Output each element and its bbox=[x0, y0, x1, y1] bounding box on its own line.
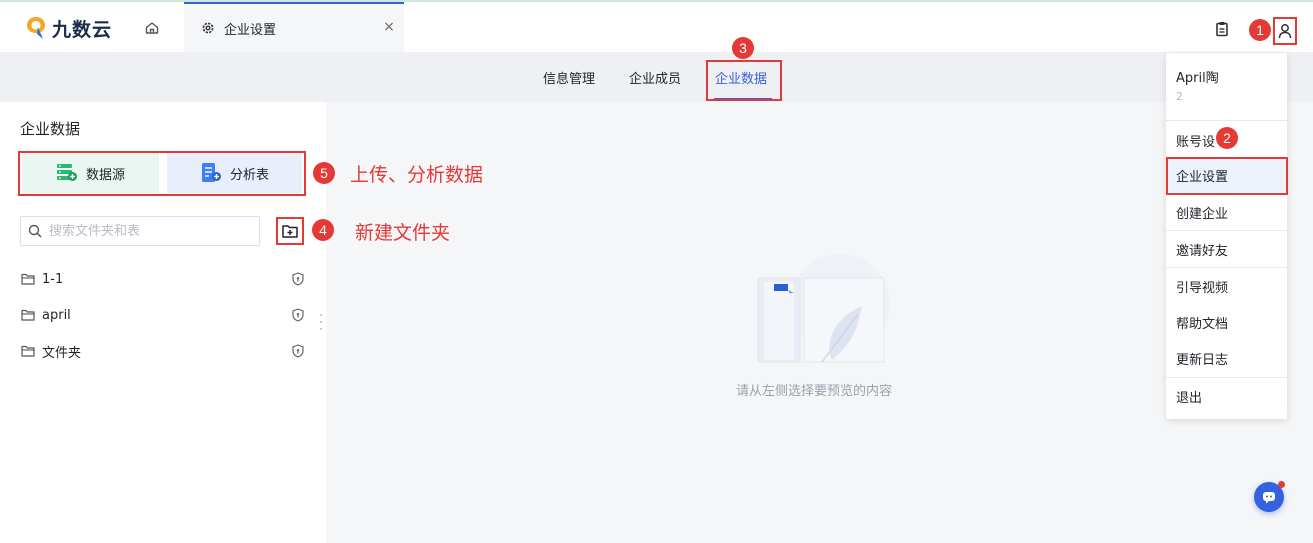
annotation-badge-2: 2 bbox=[1216, 127, 1238, 149]
clipboard-icon bbox=[1216, 22, 1228, 37]
gear-icon bbox=[200, 20, 216, 36]
search-input[interactable] bbox=[49, 223, 249, 239]
annotation-text-new-folder: 新建文件夹 bbox=[355, 222, 451, 244]
tree-item-label: 文件夹 bbox=[42, 345, 82, 361]
clipboard-button[interactable] bbox=[1212, 19, 1232, 39]
tree-item-label: 1-1 bbox=[42, 271, 64, 287]
tab-members[interactable]: 企业成员 bbox=[629, 68, 681, 87]
divider bbox=[1166, 267, 1287, 268]
new-folder-button[interactable] bbox=[276, 217, 304, 245]
menu-item-create-enterprise[interactable]: 创建企业 bbox=[1166, 195, 1287, 229]
app-name: 九数云 bbox=[52, 18, 113, 41]
logo-mark-icon bbox=[27, 17, 45, 39]
tab-info-management[interactable]: 信息管理 bbox=[543, 68, 595, 87]
user-menu-button[interactable] bbox=[1273, 17, 1297, 45]
user-name: April陶 bbox=[1176, 71, 1219, 86]
folder-icon bbox=[20, 271, 36, 287]
tab-close-icon[interactable]: × bbox=[380, 18, 398, 36]
user-subtitle: 2 bbox=[1176, 90, 1183, 103]
user-icon bbox=[1278, 24, 1292, 39]
new-folder-icon bbox=[282, 225, 298, 238]
home-button[interactable] bbox=[138, 16, 166, 40]
annotation-badge-4: 4 bbox=[312, 219, 334, 241]
tree-item-label: april bbox=[42, 307, 71, 323]
panel-title: 企业数据 bbox=[20, 120, 81, 138]
annotation-box-upload-buttons bbox=[18, 151, 306, 196]
annotation-badge-3: 3 bbox=[732, 37, 754, 59]
top-bar: 九数云 企业设置 × bbox=[0, 0, 1313, 52]
chat-icon bbox=[1263, 492, 1275, 504]
menu-item-changelog[interactable]: 更新日志 bbox=[1166, 341, 1287, 375]
tab-enterprise-settings[interactable]: 企业设置 × bbox=[184, 2, 404, 52]
tree-item[interactable]: 1-1 bbox=[20, 267, 310, 291]
shield-icon[interactable] bbox=[290, 271, 306, 287]
search-field[interactable] bbox=[20, 216, 260, 246]
tree-item[interactable]: 文件夹 bbox=[20, 339, 310, 363]
menu-item-guide-video[interactable]: 引导视频 bbox=[1166, 269, 1287, 303]
empty-state-illustration bbox=[757, 254, 890, 363]
search-icon bbox=[27, 223, 43, 239]
annotation-box-enterprise-settings bbox=[1166, 157, 1288, 195]
annotation-box-enterprise-data-tab bbox=[706, 60, 782, 101]
tree-item[interactable]: april bbox=[20, 303, 310, 327]
empty-state-text: 请从左侧选择要预览的内容 bbox=[736, 384, 893, 399]
annotation-text-upload-analyze: 上传、分析数据 bbox=[350, 164, 484, 186]
panel-resize-handle[interactable] bbox=[318, 314, 324, 330]
divider bbox=[1166, 377, 1287, 378]
shield-icon[interactable] bbox=[290, 307, 306, 323]
divider bbox=[1166, 120, 1287, 121]
user-dropdown-menu: April陶 2 账号设 企业设置 创建企业 邀请好友 引导视频 帮助文档 更新… bbox=[1166, 53, 1287, 419]
annotation-badge-5: 5 bbox=[313, 162, 335, 184]
notification-dot bbox=[1278, 481, 1285, 488]
chat-support-button[interactable] bbox=[1254, 481, 1285, 512]
folder-icon bbox=[20, 343, 36, 359]
menu-item-invite-friends[interactable]: 邀请好友 bbox=[1166, 232, 1287, 266]
home-icon bbox=[145, 22, 159, 34]
menu-item-help-docs[interactable]: 帮助文档 bbox=[1166, 305, 1287, 339]
sub-navigation: 信息管理 企业成员 企业数据 bbox=[0, 52, 1313, 102]
app-logo[interactable]: 九数云 bbox=[26, 14, 112, 42]
menu-item-logout[interactable]: 退出 bbox=[1166, 379, 1287, 413]
shield-icon[interactable] bbox=[290, 343, 306, 359]
folder-icon bbox=[20, 307, 36, 323]
tab-label: 企业设置 bbox=[224, 22, 277, 38]
divider bbox=[1166, 230, 1287, 231]
annotation-badge-1: 1 bbox=[1249, 19, 1271, 41]
